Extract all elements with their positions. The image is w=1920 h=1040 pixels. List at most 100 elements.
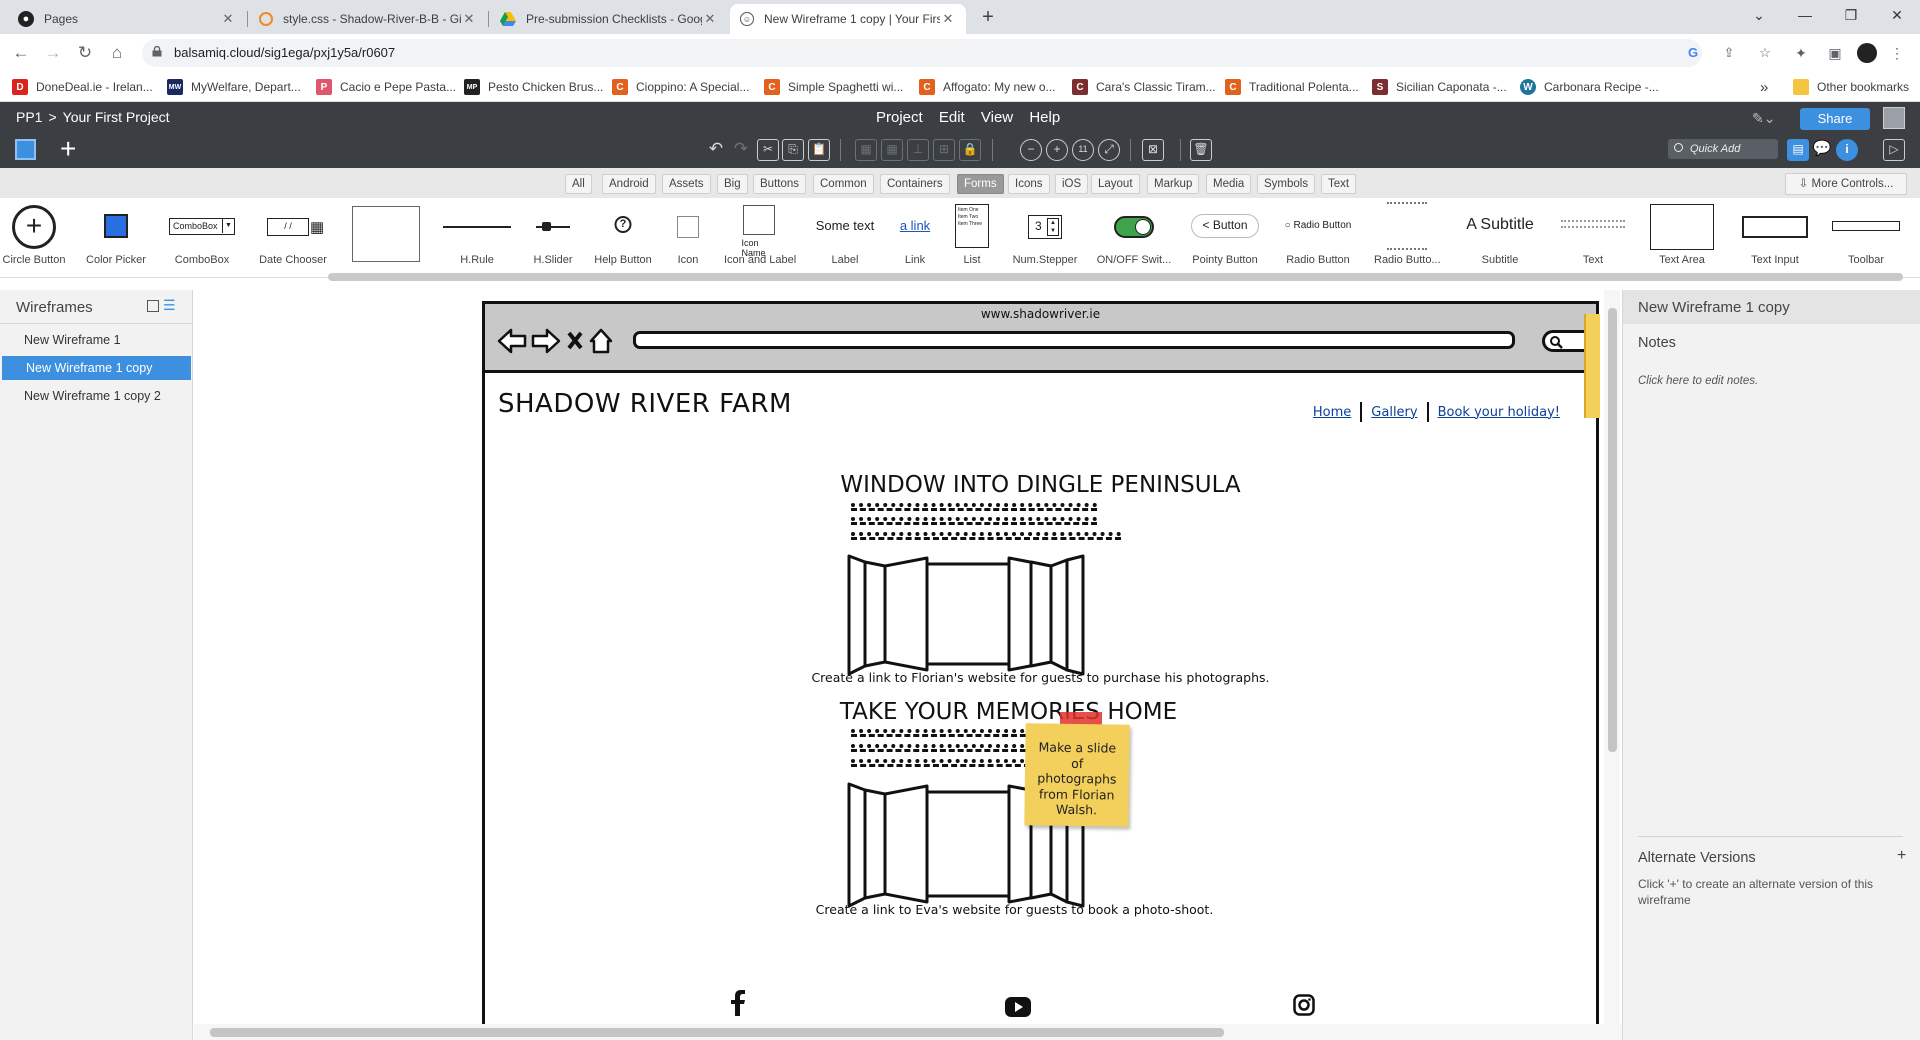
wireframe-item[interactable]: New Wireframe 1: [0, 328, 191, 352]
nav-link-book[interactable]: Book your holiday!: [1438, 405, 1560, 420]
bookmark-star-icon[interactable]: ☆: [1756, 44, 1774, 62]
control-label-item[interactable]: Some text Label: [812, 198, 878, 278]
instagram-icon[interactable]: [1293, 992, 1315, 1018]
tab-text[interactable]: Text: [1321, 174, 1357, 194]
ui-library-toggle-icon[interactable]: ▤: [1787, 139, 1809, 161]
menu-help[interactable]: Help: [1029, 109, 1060, 126]
tab-big[interactable]: Big: [717, 174, 748, 194]
scrollbar-thumb[interactable]: [1608, 308, 1617, 752]
close-icon[interactable]: ✕: [461, 11, 477, 27]
share-button[interactable]: Share: [1800, 108, 1870, 130]
info-icon[interactable]: i: [1836, 139, 1858, 161]
control-help-button[interactable]: ? Help Button: [592, 198, 654, 278]
tab-android[interactable]: Android: [602, 174, 656, 194]
minimize-button[interactable]: —: [1782, 0, 1828, 30]
control-text-input[interactable]: Text Input: [1738, 198, 1812, 278]
user-avatar[interactable]: [1883, 107, 1905, 129]
control-h-rule[interactable]: H.Rule: [440, 198, 514, 278]
align-icon[interactable]: ⊥: [907, 139, 929, 161]
close-icon[interactable]: ✕: [940, 11, 956, 27]
tab-pages[interactable]: ● Pages ✕: [8, 4, 246, 34]
distribute-icon[interactable]: ⊞: [933, 139, 955, 161]
tab-media[interactable]: Media: [1206, 174, 1252, 194]
wireframe-canvas[interactable]: www.shadowriver.ie SHADOW RIVER FARM Hom…: [194, 290, 1622, 1040]
bookmark-item[interactable]: C Affogato: My new o...: [919, 78, 1056, 96]
wireframe-item-selected[interactable]: New Wireframe 1 copy: [2, 356, 191, 380]
breadcrumb-project-name[interactable]: Your First Project: [63, 109, 170, 125]
window-close-button[interactable]: ✕: [1874, 0, 1920, 30]
zoom-actual-icon[interactable]: 11: [1072, 139, 1094, 161]
control-text-area[interactable]: Text Area: [1646, 198, 1718, 278]
quick-add-input[interactable]: Quick Add: [1668, 139, 1778, 159]
edit-mode-icon[interactable]: ✎⌄: [1752, 110, 1782, 128]
side-panel-icon[interactable]: ▣: [1826, 44, 1844, 62]
nav-link-home[interactable]: Home: [1313, 405, 1351, 420]
scrollbar-thumb[interactable]: [328, 273, 1903, 281]
tab-icons[interactable]: Icons: [1008, 174, 1050, 194]
group-icon[interactable]: ▦: [855, 139, 877, 161]
facebook-icon[interactable]: [730, 990, 746, 1016]
add-wireframe-button[interactable]: +: [60, 133, 76, 165]
bookmark-item[interactable]: MP Pesto Chicken Brus...: [464, 78, 603, 96]
comments-icon[interactable]: 💬: [1811, 139, 1833, 161]
control-toolbar[interactable]: Toolbar: [1830, 198, 1902, 278]
undo-icon[interactable]: ↶: [705, 139, 727, 161]
bookmark-item[interactable]: S Sicilian Caponata -...: [1372, 78, 1507, 96]
bookmark-item[interactable]: D DoneDeal.ie - Irelan...: [12, 78, 153, 96]
omnibox[interactable]: balsamiq.cloud/sig1ega/pxj1y5a/r0607 G ⇪…: [142, 39, 1771, 67]
canvas-vertical-scrollbar[interactable]: [1604, 290, 1620, 1024]
browser-menu-icon[interactable]: ⋮: [1888, 44, 1906, 62]
more-bookmarks-button[interactable]: »: [1760, 78, 1768, 96]
youtube-icon[interactable]: [1005, 994, 1031, 1020]
control-h-slider[interactable]: H.Slider: [528, 198, 578, 278]
tab-common[interactable]: Common: [813, 174, 874, 194]
home-button[interactable]: ⌂: [106, 42, 128, 64]
trash-icon[interactable]: 🗑: [1190, 139, 1212, 161]
cut-icon[interactable]: ✂: [757, 139, 779, 161]
zoom-fit-icon[interactable]: ⤢: [1098, 139, 1120, 161]
lock-icon[interactable]: 🔒: [959, 139, 981, 161]
scrollbar-thumb[interactable]: [210, 1028, 1224, 1037]
canvas-horizontal-scrollbar[interactable]: [194, 1024, 1622, 1040]
reload-button[interactable]: ↻: [74, 42, 96, 64]
control-radio-button[interactable]: ○ Radio Button Radio Button: [1278, 198, 1358, 278]
control-num-stepper[interactable]: 3 ▲ ▼ Num.Stepper: [1010, 198, 1080, 278]
control-text[interactable]: Text: [1556, 198, 1630, 278]
menu-view[interactable]: View: [981, 109, 1013, 126]
wireframe-name[interactable]: New Wireframe 1 copy: [1638, 299, 1790, 316]
control-combobox[interactable]: ComboBox ▼ ComboBox: [164, 198, 240, 278]
control-date-chooser[interactable]: / / ▦ Date Chooser: [252, 198, 334, 278]
bookmark-item[interactable]: W Carbonara Recipe -...: [1520, 78, 1659, 96]
redo-icon[interactable]: ↷: [730, 139, 752, 161]
restore-button[interactable]: ❐: [1828, 0, 1874, 30]
control-icon[interactable]: Icon: [668, 198, 708, 278]
menu-project[interactable]: Project: [876, 109, 923, 126]
bookmark-item[interactable]: C Simple Spaghetti wi...: [764, 78, 903, 96]
new-tab-button[interactable]: +: [975, 5, 1001, 31]
tab-symbols[interactable]: Symbols: [1257, 174, 1316, 194]
control-pointy-button[interactable]: < Button Pointy Button: [1188, 198, 1262, 278]
zoom-out-icon[interactable]: −: [1020, 139, 1042, 161]
library-scrollbar[interactable]: [0, 272, 1920, 282]
tab-checklists[interactable]: Pre-submission Checklists - Goog ✕: [490, 4, 728, 34]
bookmark-item[interactable]: MW MyWelfare, Depart...: [167, 78, 301, 96]
copy-icon[interactable]: ⎘: [782, 139, 804, 161]
control-circle-button[interactable]: + Circle Button: [2, 198, 66, 278]
notes-field[interactable]: Click here to edit notes.: [1638, 375, 1758, 387]
control-link[interactable]: a link Link: [890, 198, 940, 278]
profile-avatar[interactable]: [1857, 43, 1877, 63]
zoom-in-icon[interactable]: +: [1046, 139, 1068, 161]
breadcrumb-project[interactable]: PP1: [16, 109, 42, 125]
close-icon[interactable]: ✕: [702, 11, 718, 27]
bookmark-item[interactable]: P Cacio e Pepe Pasta...: [316, 78, 456, 96]
google-icon[interactable]: G: [1684, 44, 1702, 62]
tab-style-css[interactable]: style.css - Shadow-River-B-B - Gi ✕: [249, 4, 487, 34]
control-on-off-switch[interactable]: ON/OFF Swit...: [1096, 198, 1172, 278]
control-list[interactable]: Item One Item Two Item Three List: [952, 198, 992, 278]
wireframe-list-icon[interactable]: [15, 139, 36, 160]
bookmark-item[interactable]: C Cioppino: A Special...: [612, 78, 749, 96]
share-page-icon[interactable]: ⇪: [1720, 44, 1738, 62]
bookmark-item[interactable]: C Traditional Polenta...: [1225, 78, 1359, 96]
close-icon[interactable]: ✕: [220, 11, 236, 27]
tab-all[interactable]: All: [565, 174, 592, 194]
